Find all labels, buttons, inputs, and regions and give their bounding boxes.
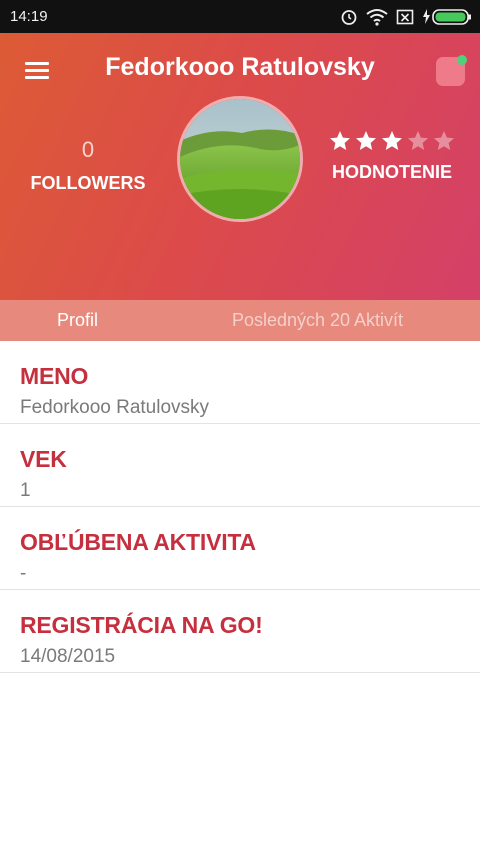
followers-count: 0: [81, 137, 95, 162]
avatar-image: [180, 99, 300, 219]
field-meno: MENO Fedorkooo Ratulovsky: [0, 341, 480, 424]
field-label: OBĽÚBENA AKTIVITA: [20, 529, 256, 555]
status-time: 14:19: [10, 8, 48, 25]
profile-header: Fedorkooo Ratulovsky 0 FOLLOWERS HODNOTE…: [0, 33, 480, 300]
no-sim-icon: [396, 9, 414, 25]
alarm-icon: [341, 10, 357, 25]
rating-label: HODNOTENIE: [331, 162, 452, 182]
notification-dot: [457, 55, 467, 65]
star-empty-icon: [434, 131, 454, 150]
field-label: REGISTRÁCIA NA GO!: [20, 612, 263, 638]
field-oblubena-aktivita: OBĽÚBENA AKTIVITA -: [0, 507, 480, 590]
tab-bar: Profil Posledných 20 Aktivít: [0, 300, 480, 341]
field-label: VEK: [20, 446, 67, 472]
field-value: 14/08/2015: [20, 646, 116, 667]
field-value: Fedorkooo Ratulovsky: [20, 397, 210, 418]
wifi-icon: [366, 9, 388, 26]
tab-recent-activities[interactable]: Posledných 20 Aktivít: [155, 300, 480, 341]
tab-profil[interactable]: Profil: [0, 300, 155, 341]
followers-label[interactable]: FOLLOWERS: [18, 173, 158, 194]
avatar[interactable]: [177, 96, 303, 222]
rating-stars: [328, 129, 458, 155]
star-filled-icon: [330, 131, 350, 150]
profile-fields: MENO Fedorkooo Ratulovsky VEK 1 OBĽÚBENA…: [0, 341, 480, 673]
star-filled-icon: [382, 131, 402, 150]
status-bar: 14:19: [0, 0, 480, 33]
field-value: -: [20, 563, 27, 584]
page-title: Fedorkooo Ratulovsky: [105, 53, 375, 81]
status-icons: [340, 6, 472, 28]
battery-charging-icon: [423, 9, 471, 25]
field-label: MENO: [20, 363, 89, 389]
field-vek: VEK 1: [0, 424, 480, 507]
star-filled-icon: [356, 131, 376, 150]
field-registracia: REGISTRÁCIA NA GO! 14/08/2015: [0, 590, 480, 673]
star-empty-icon: [408, 131, 428, 150]
notification-button[interactable]: [436, 55, 467, 86]
field-value: 1: [20, 480, 31, 501]
